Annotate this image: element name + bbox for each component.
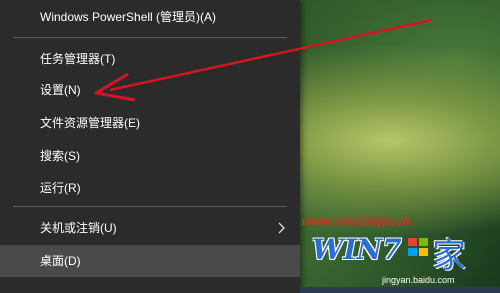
- watermark-subtext: jingyan.baidu.com: [382, 275, 455, 285]
- watermark-url: www.win7zhijia.cn: [302, 214, 411, 228]
- watermark-logo-home: 家: [432, 236, 466, 276]
- windows-flag-icon: [408, 238, 428, 256]
- taskbar-edge: [300, 287, 500, 293]
- watermark-logo-text: WIN7: [312, 233, 402, 266]
- arrow-shaft: [109, 18, 433, 92]
